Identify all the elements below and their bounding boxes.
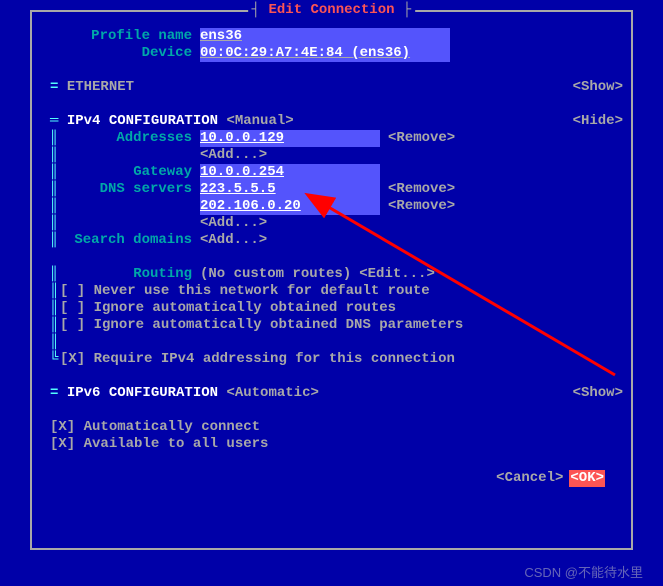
- ipv6-show-button[interactable]: <Show>: [573, 385, 623, 402]
- gateway-label: Gateway: [60, 164, 200, 181]
- device-input[interactable]: 00:0C:29:A7:4E:84 (ens36): [200, 45, 450, 62]
- dns-label: DNS servers: [60, 181, 200, 198]
- device-label: Device: [40, 45, 200, 62]
- address-remove-0[interactable]: <Remove>: [380, 130, 455, 147]
- ethernet-show-button[interactable]: <Show>: [573, 79, 623, 96]
- checkbox-all-users[interactable]: [X] Available to all users: [50, 436, 268, 453]
- ethernet-header: = ETHERNET: [40, 79, 134, 96]
- ok-button[interactable]: <OK>: [569, 470, 605, 487]
- addresses-label: Addresses: [60, 130, 200, 147]
- checkbox-auto-connect[interactable]: [X] Automatically connect: [50, 419, 260, 436]
- dialog-border: ┤ Edit Connection ├ Profile name ens36 D…: [30, 10, 633, 550]
- tree-line: ║: [40, 130, 60, 147]
- checkbox-ignore-routes[interactable]: [ ] Ignore automatically obtained routes: [60, 300, 396, 317]
- search-add-button[interactable]: <Add...>: [200, 232, 267, 249]
- gateway-input[interactable]: 10.0.0.254: [200, 164, 380, 181]
- dns-add-button[interactable]: <Add...>: [200, 215, 267, 232]
- routing-edit-button[interactable]: <Edit...>: [351, 266, 435, 283]
- dns-remove-0[interactable]: <Remove>: [380, 181, 455, 198]
- dialog-title: ┤ Edit Connection ├: [248, 2, 416, 18]
- profile-name-input[interactable]: ens36: [200, 28, 450, 45]
- address-add-button[interactable]: <Add...>: [200, 147, 267, 164]
- routing-text: (No custom routes): [200, 266, 351, 283]
- ipv6-mode-select[interactable]: <Automatic>: [226, 385, 318, 401]
- dns-remove-1[interactable]: <Remove>: [380, 198, 455, 215]
- checkbox-default-route[interactable]: [ ] Never use this network for default r…: [60, 283, 430, 300]
- address-input-0[interactable]: 10.0.0.129: [200, 130, 380, 147]
- checkbox-ignore-dns[interactable]: [ ] Ignore automatically obtained DNS pa…: [60, 317, 463, 334]
- checkbox-require-ipv4[interactable]: [X] Require IPv4 addressing for this con…: [60, 351, 455, 368]
- watermark: CSDN @不能待水里: [524, 562, 643, 581]
- content-area: Profile name ens36 Device 00:0C:29:A7:4E…: [32, 12, 631, 495]
- search-domains-label: Search domains: [60, 232, 200, 249]
- routing-label: Routing: [60, 266, 200, 283]
- ipv6-header: = IPv6 CONFIGURATION <Automatic>: [40, 385, 319, 402]
- ipv4-header: ═ IPv4 CONFIGURATION <Manual>: [40, 113, 294, 130]
- profile-name-label: Profile name: [40, 28, 200, 45]
- dns-input-1[interactable]: 202.106.0.20: [200, 198, 380, 215]
- ipv4-mode-select[interactable]: <Manual>: [226, 113, 293, 129]
- dns-input-0[interactable]: 223.5.5.5: [200, 181, 380, 198]
- cancel-button[interactable]: <Cancel>: [496, 470, 563, 487]
- ipv4-hide-button[interactable]: <Hide>: [573, 113, 623, 130]
